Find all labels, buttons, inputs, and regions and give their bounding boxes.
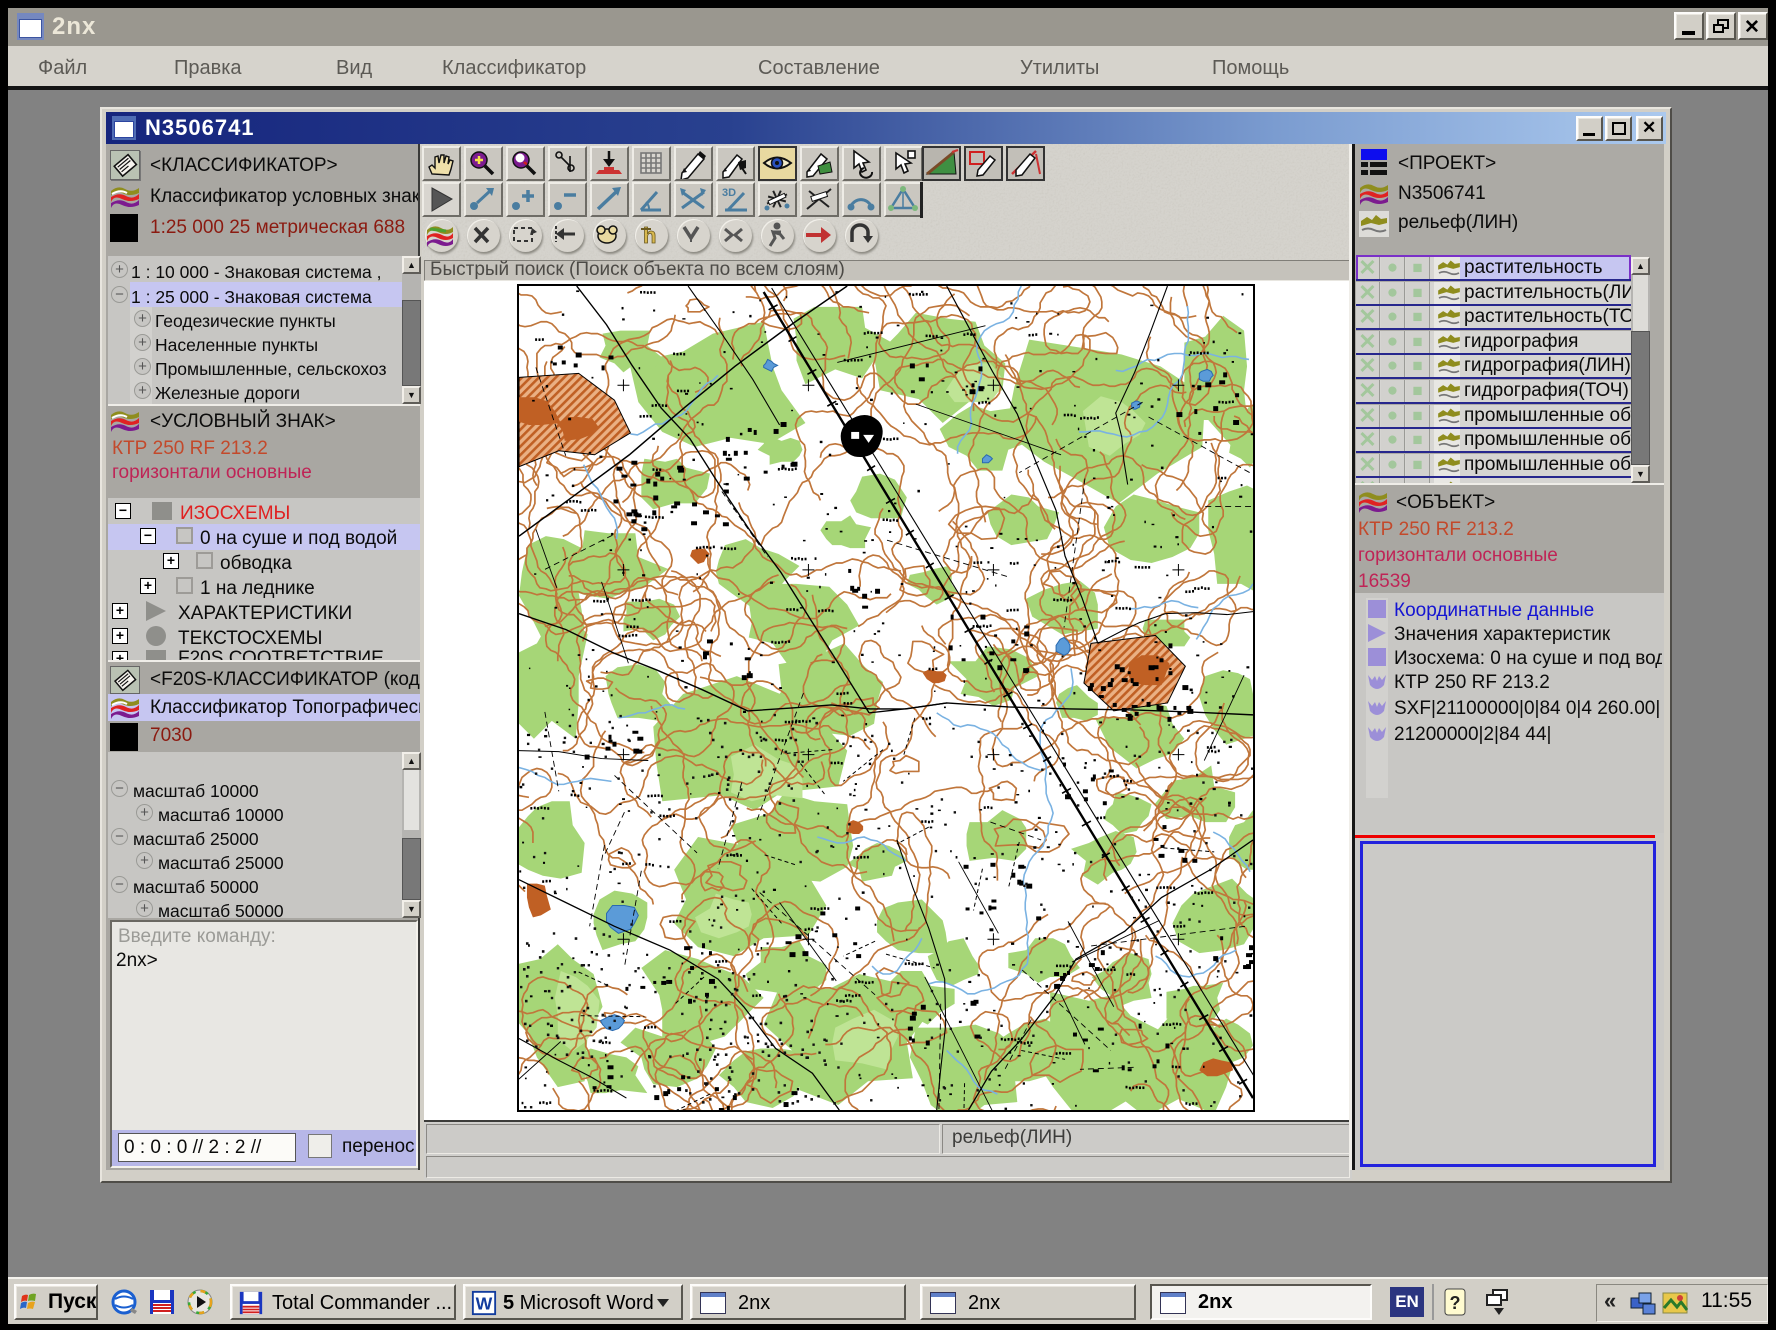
svg-text:W: W	[476, 1294, 493, 1314]
svg-text:h: h	[643, 223, 656, 248]
svg-text:?: ?	[1450, 1293, 1461, 1313]
svg-text:3D: 3D	[722, 187, 736, 199]
